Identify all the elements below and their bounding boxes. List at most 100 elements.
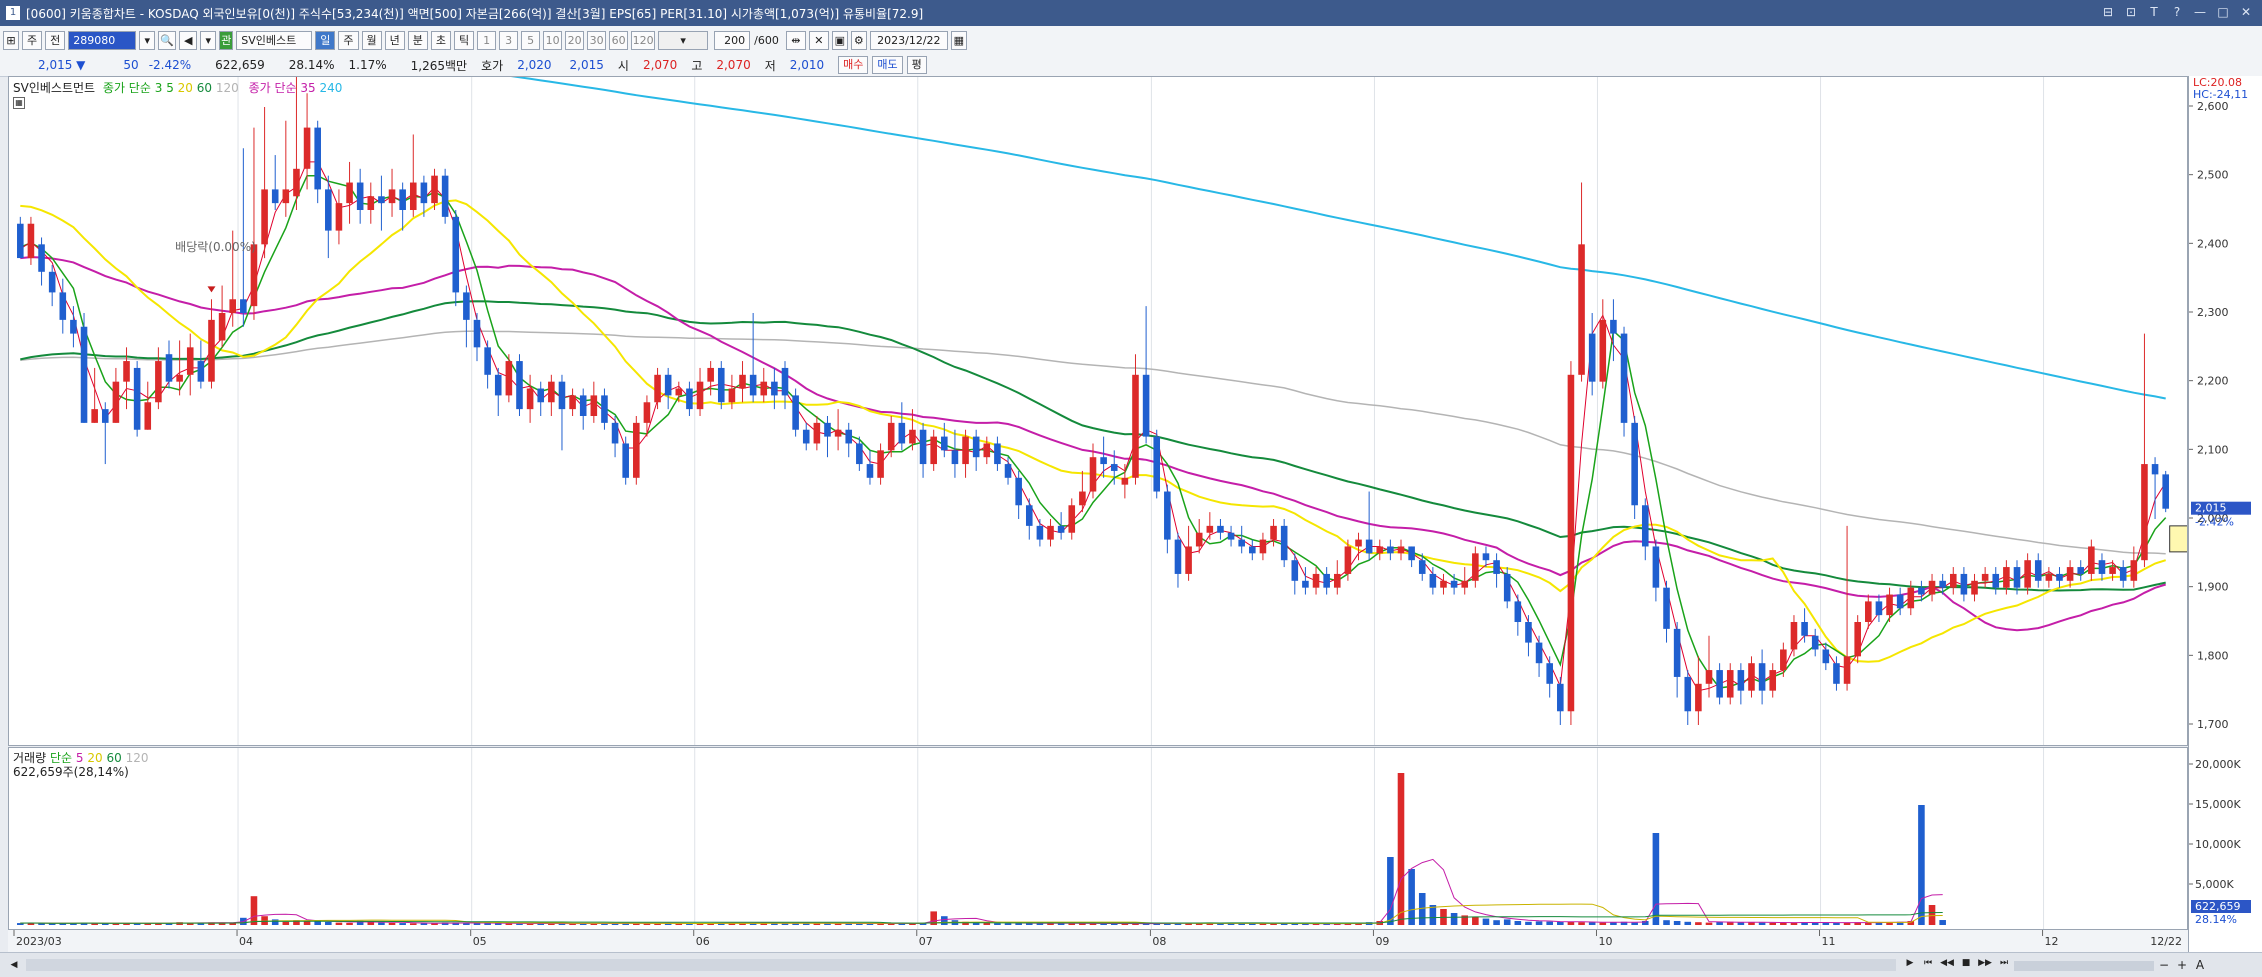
candle-body: [1355, 539, 1362, 547]
crosshair-icon[interactable]: ✕: [808, 30, 829, 50]
candle-body: [781, 367, 789, 396]
tile-icon[interactable]: ⊡: [2123, 3, 2139, 21]
text-icon[interactable]: T: [2146, 3, 2162, 21]
auto-scale-icon[interactable]: A: [2192, 958, 2208, 972]
period-minute-tab[interactable]: 분: [407, 30, 428, 50]
rewind-icon[interactable]: ◀◀: [1938, 958, 1956, 972]
candle-body: [696, 381, 704, 410]
scroll-left-icon[interactable]: ◀: [6, 957, 22, 973]
volume-bar: [1397, 773, 1405, 925]
candle-body: [112, 381, 120, 423]
candle-body: [590, 395, 598, 416]
period-week-tab[interactable]: 주: [338, 30, 359, 50]
interval-120[interactable]: 120: [631, 30, 656, 50]
fast-forward-icon[interactable]: ▶▶: [1976, 958, 1994, 972]
right-axis-labels: LC:20.08HC:-24,112,6002,5002,4002,3002,2…: [2189, 76, 2251, 926]
period-month-tab[interactable]: 월: [361, 30, 382, 50]
interval-60[interactable]: 60: [609, 30, 629, 50]
candle-body: [1493, 560, 1500, 574]
interval-3[interactable]: 3: [499, 30, 519, 50]
candle-body: [1323, 573, 1330, 588]
save-icon[interactable]: ▣: [831, 30, 848, 50]
volume-bar: [1928, 905, 1936, 925]
buy-button[interactable]: 매수: [838, 56, 869, 74]
minimize-icon[interactable]: —: [2192, 3, 2208, 21]
candle-body: [144, 402, 152, 430]
candle-body: [91, 409, 98, 423]
date-input[interactable]: 2023/12/22: [869, 30, 948, 50]
legend-ma240: 240: [319, 81, 343, 95]
candle-body: [1695, 683, 1702, 712]
search-icon[interactable]: 🔍: [158, 30, 177, 50]
favorite-icon[interactable]: 관: [219, 30, 234, 50]
tool-settings-icon[interactable]: ⊞: [3, 30, 19, 50]
price-tick-label: 2,300: [2197, 306, 2229, 319]
scroll-track[interactable]: [26, 959, 1896, 971]
candle-body: [1843, 656, 1851, 684]
high-price: 2,070: [716, 58, 751, 72]
layout-icon[interactable]: ⊟: [2100, 3, 2116, 21]
period-tick-tab[interactable]: 틱: [454, 30, 475, 50]
volume-bar: [1557, 921, 1564, 925]
count-input[interactable]: 200: [714, 30, 751, 50]
prev-button[interactable]: 전: [45, 30, 66, 50]
period-day-tab[interactable]: 일: [315, 30, 336, 50]
grid-toggle-icon[interactable]: ▦: [13, 97, 25, 109]
zoom-icon[interactable]: ⇹: [785, 30, 806, 50]
dropdown-icon[interactable]: ▾: [139, 30, 156, 50]
stop-icon[interactable]: ■: [1958, 958, 1974, 972]
candle-body: [388, 189, 396, 204]
annotation-dividend: 배당락(0.00%): [175, 240, 256, 254]
interval-custom-input[interactable]: ▾: [658, 30, 709, 50]
chart-scrollbar[interactable]: ◀ ▶ ⏮ ◀◀ ■ ▶▶ ⏭ − + A: [0, 952, 2262, 977]
candle-body: [240, 299, 247, 313]
zoom-slider[interactable]: [2014, 961, 2154, 971]
stock-code-input[interactable]: 289080: [68, 30, 137, 50]
eval-button[interactable]: 평: [906, 56, 927, 74]
candle-body: [856, 443, 863, 465]
candle-body: [930, 436, 937, 465]
volume-tick-label: 5,000K: [2195, 878, 2234, 891]
help-icon[interactable]: ?: [2169, 3, 2185, 21]
close-icon[interactable]: ✕: [2238, 3, 2254, 21]
period-year-tab[interactable]: 년: [384, 30, 405, 50]
legend-ma20: 20: [177, 81, 193, 95]
interval-5[interactable]: 5: [521, 30, 541, 50]
candle-body: [1811, 635, 1819, 650]
zoom-in-icon[interactable]: +: [2174, 958, 2190, 972]
period-main-button[interactable]: 주: [22, 30, 43, 50]
interval-20[interactable]: 20: [565, 30, 585, 50]
jump-end-icon[interactable]: ⏭: [1996, 958, 2012, 972]
scroll-right-icon[interactable]: ▶: [1902, 958, 1918, 972]
candle-body: [1344, 546, 1352, 574]
interval-10[interactable]: 10: [543, 30, 563, 50]
zoom-out-icon[interactable]: −: [2156, 958, 2172, 972]
candle-body: [1365, 539, 1373, 554]
price-change-pct: -2.42%: [148, 58, 192, 72]
price-chart[interactable]: 최고 2,655 (04/06) →최저 1,678 (10/24) →배당락(…: [9, 77, 2187, 745]
high-label: 고: [691, 58, 703, 73]
period-second-tab[interactable]: 초: [430, 30, 451, 50]
price-chart-panel[interactable]: 최고 2,655 (04/06) →최저 1,678 (10/24) →배당락(…: [8, 76, 2188, 746]
maximize-icon[interactable]: □: [2215, 3, 2231, 21]
sell-button[interactable]: 매도: [872, 56, 903, 74]
volume-tick-label: 15,000K: [2195, 798, 2241, 811]
gear-icon[interactable]: ⚙: [850, 30, 867, 50]
volume-bar: [941, 916, 948, 925]
chevron-down-icon[interactable]: ▾: [200, 30, 217, 50]
jump-start-icon[interactable]: ⏮: [1920, 958, 1936, 972]
volume-chart-panel[interactable]: 거래량 단순 5 20 60 120 622,659주(28,14%): [8, 747, 2188, 930]
candle-body: [2003, 567, 2010, 588]
legend-ma5: 5: [166, 81, 174, 95]
candle-body: [1865, 601, 1872, 622]
volume-chart[interactable]: [9, 748, 2187, 929]
candle-body: [611, 422, 619, 444]
candle-body: [771, 381, 778, 396]
interval-1[interactable]: 1: [477, 30, 497, 50]
calendar-icon[interactable]: ▦: [950, 30, 967, 50]
speaker-icon[interactable]: ◀: [179, 30, 198, 50]
interval-30[interactable]: 30: [587, 30, 607, 50]
x-axis-label: 05: [473, 935, 487, 948]
candle-body: [17, 223, 24, 259]
bid-label: 호가: [481, 58, 504, 73]
